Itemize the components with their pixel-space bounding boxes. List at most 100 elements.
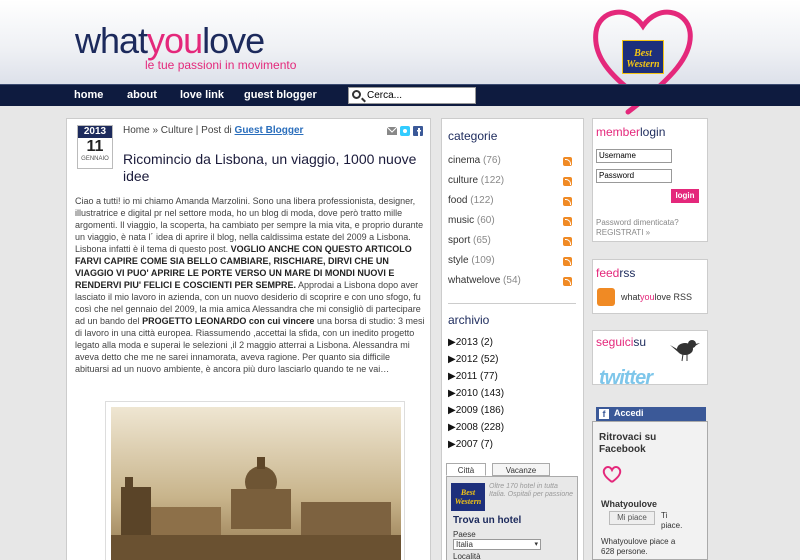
category-sport[interactable]: sport (65) bbox=[448, 235, 491, 246]
best-western-logo[interactable]: Best Western bbox=[622, 40, 664, 74]
nav-love-link[interactable]: love link bbox=[180, 89, 224, 101]
tab-citta[interactable]: Città bbox=[446, 463, 486, 476]
hotel-tagline: Oltre 170 hotel in tutta Italia. Ospital… bbox=[489, 483, 574, 498]
hotel-search-widget: Best Western Oltre 170 hotel in tutta It… bbox=[446, 476, 578, 560]
divider bbox=[448, 303, 576, 304]
twitter-share-icon[interactable] bbox=[400, 126, 410, 136]
post-photo-frame bbox=[105, 401, 405, 560]
archive-2012[interactable]: ▶2012 (52) bbox=[448, 354, 499, 365]
email-icon[interactable] bbox=[387, 126, 397, 136]
rss-icon[interactable] bbox=[563, 177, 572, 186]
facebook-like-button[interactable]: Mi piace bbox=[609, 511, 655, 525]
rss-label-what: what bbox=[621, 292, 641, 302]
category-count: (54) bbox=[503, 275, 521, 286]
login-button[interactable]: login bbox=[671, 189, 699, 203]
whatyoulove-heart-icon[interactable] bbox=[601, 464, 623, 496]
category-style[interactable]: style (109) bbox=[448, 255, 495, 266]
member-login-title: memberlogin bbox=[596, 125, 665, 139]
rss-icon[interactable] bbox=[563, 237, 572, 246]
post-body: Ciao a tutti! io mi chiamo Amanda Marzol… bbox=[75, 195, 425, 375]
main-nav: home about love link guest blogger Cerca… bbox=[0, 84, 800, 106]
username-field[interactable]: Username bbox=[596, 149, 672, 163]
bw-logo-line2: Western bbox=[626, 59, 660, 70]
facebook-login-bar[interactable]: f Accedi bbox=[596, 407, 706, 421]
logo-you: you bbox=[147, 20, 203, 61]
categories-title: categorie bbox=[448, 129, 498, 143]
facebook-icon: f bbox=[599, 409, 609, 419]
archive-count: (7) bbox=[480, 439, 493, 450]
archive-2008[interactable]: ▶2008 (228) bbox=[448, 422, 504, 433]
archive-count: (143) bbox=[480, 388, 505, 399]
category-cinema[interactable]: cinema (76) bbox=[448, 155, 501, 166]
breadcrumb-author-link[interactable]: Guest Blogger bbox=[235, 125, 304, 136]
search-placeholder: Cerca... bbox=[367, 90, 403, 101]
category-count: (109) bbox=[471, 255, 495, 266]
archive-2013[interactable]: ▶2013 (2) bbox=[448, 337, 493, 348]
search-input[interactable]: Cerca... bbox=[348, 87, 476, 104]
rss-label-rest: love RSS bbox=[654, 292, 693, 302]
lisbon-skyline-image bbox=[111, 457, 401, 560]
rss-feed-link[interactable]: whatyoulove RSS bbox=[621, 292, 692, 302]
archive-count: (2) bbox=[480, 337, 493, 348]
chevron-down-icon: ▾ bbox=[534, 541, 538, 548]
archive-count: (186) bbox=[480, 405, 505, 416]
site-header: whatyoulove le tue passioni in movimento… bbox=[0, 0, 800, 115]
category-name: whatwelove bbox=[448, 275, 501, 286]
category-culture[interactable]: culture (122) bbox=[448, 175, 504, 186]
nav-home[interactable]: home bbox=[74, 89, 103, 101]
nav-guest-blogger[interactable]: guest blogger bbox=[244, 89, 317, 101]
category-name: food bbox=[448, 195, 468, 206]
forgot-password-link[interactable]: Password dimenticata? bbox=[596, 218, 679, 228]
facebook-like-box: Ritrovaci su Facebook Whatyoulove Mi pia… bbox=[592, 421, 708, 560]
nav-about[interactable]: about bbox=[127, 89, 157, 101]
twitter-link[interactable]: twitter bbox=[599, 367, 653, 390]
like-status-line2: piace. bbox=[661, 521, 683, 530]
rss-icon[interactable] bbox=[563, 217, 572, 226]
archive-year: ▶2010 bbox=[448, 388, 478, 399]
fan-count-line2: 628 persone. bbox=[601, 547, 648, 556]
facebook-page-name[interactable]: Whatyoulove bbox=[601, 499, 657, 509]
post-title[interactable]: Ricomincio da Lisbona, un viaggio, 1000 … bbox=[123, 151, 423, 185]
category-whatwelove[interactable]: whatwelove (54) bbox=[448, 275, 521, 286]
category-name: culture bbox=[448, 175, 479, 186]
country-value: Italia bbox=[456, 540, 473, 549]
archive-2009[interactable]: ▶2009 (186) bbox=[448, 405, 504, 416]
facebook-accedi[interactable]: Accedi bbox=[614, 408, 644, 418]
rss-icon[interactable] bbox=[563, 277, 572, 286]
register-link[interactable]: REGISTRATI » bbox=[596, 228, 650, 238]
site-tagline: le tue passioni in movimento bbox=[145, 58, 297, 72]
post-container: 2013 11 GENNAIO Home » Culture | Post di… bbox=[66, 118, 431, 560]
facebook-share-icon[interactable] bbox=[413, 126, 423, 136]
country-select[interactable]: Italia ▾ bbox=[453, 539, 541, 550]
fan-count-line1: Whatyoulove piace a bbox=[601, 537, 676, 546]
facebook-box-title: Ritrovaci su Facebook bbox=[599, 432, 656, 456]
follow-us-box: seguicisu twitter bbox=[592, 330, 708, 389]
breadcrumb-path[interactable]: Home » Culture | Post di bbox=[123, 125, 235, 136]
archive-count: (52) bbox=[480, 354, 499, 365]
hotel-tabs: Città Vacanze bbox=[446, 463, 578, 477]
rss-icon[interactable] bbox=[563, 197, 572, 206]
post-date: 2013 11 GENNAIO bbox=[77, 125, 113, 169]
page: whatyoulove le tue passioni in movimento… bbox=[0, 0, 800, 560]
category-name: style bbox=[448, 255, 469, 266]
rss-icon[interactable] bbox=[563, 157, 572, 166]
archive-2007[interactable]: ▶2007 (7) bbox=[448, 439, 493, 450]
category-music[interactable]: music (60) bbox=[448, 215, 495, 226]
rss-icon[interactable] bbox=[563, 257, 572, 266]
password-field[interactable]: Password bbox=[596, 169, 672, 183]
category-food[interactable]: food (122) bbox=[448, 195, 494, 206]
rss-feed-icon[interactable] bbox=[597, 288, 615, 306]
logo-love: love bbox=[202, 20, 265, 61]
archive-count: (77) bbox=[479, 371, 498, 382]
post-photo[interactable] bbox=[111, 407, 401, 560]
archive-year: ▶2008 bbox=[448, 422, 478, 433]
post-month: GENNAIO bbox=[81, 156, 109, 162]
title-part-a: member bbox=[596, 125, 641, 139]
archive-2011[interactable]: ▶2011 (77) bbox=[448, 371, 498, 382]
facebook-title-line1: Ritrovaci su bbox=[599, 432, 657, 443]
site-logo[interactable]: whatyoulove bbox=[75, 20, 265, 62]
archive-2010[interactable]: ▶2010 (143) bbox=[448, 388, 504, 399]
post-day: 11 bbox=[86, 138, 104, 155]
archive-title: archivio bbox=[448, 313, 490, 327]
tab-vacanze[interactable]: Vacanze bbox=[492, 463, 550, 476]
